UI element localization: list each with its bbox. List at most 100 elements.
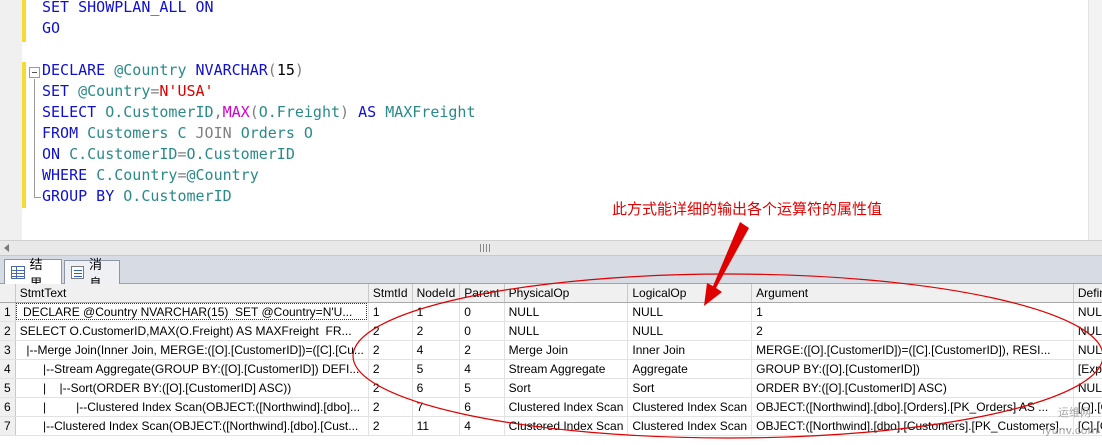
table-cell[interactable]: Inner Join [627,340,753,360]
table-cell[interactable]: |--Clustered Index Scan(OBJECT:([Northwi… [15,416,369,436]
table-cell[interactable]: NULL [1073,321,1102,341]
table-row[interactable]: 3 |--Merge Join(Inner Join, MERGE:([O].[… [0,340,1102,360]
results-grid[interactable]: StmtText StmtId NodeId Parent PhysicalOp… [0,284,1102,445]
table-cell[interactable]: |--Merge Join(Inner Join, MERGE:([O].[Cu… [15,340,369,360]
table-cell[interactable]: 4 [412,340,461,360]
query-editor[interactable]: SET SHOWPLAN_ALL ON GO DECLARE @Country NV… [0,0,1102,240]
table-row[interactable]: 6 | |--Clustered Index Scan(OBJECT:([Nor… [0,397,1102,417]
table-cell[interactable]: Clustered Index Scan [627,397,753,417]
table-cell[interactable]: |--Stream Aggregate(GROUP BY:([O].[Custo… [15,359,369,379]
table-cell[interactable]: ORDER BY:([O].[CustomerID] ASC) [751,378,1074,398]
row-number[interactable]: 3 [0,340,16,360]
table-cell[interactable]: OBJECT:([Northwind].[dbo].[Customers].[P… [751,416,1074,436]
code-token: MAX [222,103,250,121]
table-cell[interactable]: 2 [368,359,413,379]
table-cell[interactable]: 1 [751,302,1074,322]
table-cell[interactable]: Sort [504,378,629,398]
scroll-left-icon[interactable] [4,244,9,252]
table-cell[interactable]: 2 [368,321,413,341]
table-cell[interactable]: MERGE:([O].[CustomerID])=([C].[CustomerI… [751,340,1074,360]
editor-gutter [0,0,22,240]
column-header[interactable]: DefinedValues [1073,284,1102,303]
table-cell[interactable]: NULL [627,321,753,341]
table-cell[interactable]: Clustered Index Scan [504,397,629,417]
column-header[interactable]: Parent [459,284,505,303]
table-cell[interactable]: 6 [459,397,505,417]
table-row[interactable]: 4 |--Stream Aggregate(GROUP BY:([O].[Cus… [0,359,1102,379]
column-header[interactable]: StmtId [368,284,413,303]
tab-results[interactable]: 结果 [4,258,62,292]
table-cell[interactable]: 11 [412,416,461,436]
table-cell[interactable]: Aggregate [627,359,753,379]
table-cell[interactable]: NULL [1073,302,1102,322]
code-line[interactable]: FROM Customers C JOIN Orders O [42,123,313,144]
code-line[interactable]: DECLARE @Country NVARCHAR(15) [42,60,304,81]
table-row[interactable]: 1 DECLARE @Country NVARCHAR(15) SET @Cou… [0,302,1102,322]
table-cell[interactable]: 5 [459,378,505,398]
table-cell[interactable]: OBJECT:([Northwind].[dbo].[Orders].[PK_O… [751,397,1074,417]
table-cell[interactable]: 2 [368,397,413,417]
table-cell[interactable]: NULL [627,302,753,322]
table-cell[interactable]: DECLARE @Country NVARCHAR(15) SET @Count… [15,302,369,322]
column-header[interactable]: LogicalOp [627,284,753,303]
table-cell[interactable]: 1 [368,302,413,322]
table-cell[interactable]: 1 [412,302,461,322]
table-cell[interactable]: 2 [368,378,413,398]
column-header[interactable]: Argument [751,284,1074,303]
column-header[interactable]: NodeId [412,284,461,303]
code-token: ( [267,61,277,79]
table-cell[interactable]: Merge Join [504,340,629,360]
editor-horizontal-scrollbar[interactable] [0,240,1102,256]
table-cell[interactable]: Clustered Index Scan [627,416,753,436]
row-number[interactable]: 4 [0,359,16,379]
code-line[interactable]: SET SHOWPLAN_ALL ON [42,0,214,18]
code-line[interactable]: SET @Country=N'USA' [42,81,214,102]
table-cell[interactable]: 2 [368,340,413,360]
table-cell[interactable]: Clustered Index Scan [504,416,629,436]
fold-guide-end [34,197,41,198]
table-cell[interactable]: 6 [412,378,461,398]
code-line[interactable]: GO [42,18,60,39]
table-cell[interactable]: 2 [751,321,1074,341]
scrollbar-grip-icon[interactable] [480,244,492,252]
table-cell[interactable]: 4 [459,359,505,379]
table-cell[interactable]: Sort [627,378,753,398]
table-cell[interactable]: 0 [459,302,505,322]
row-number[interactable]: 2 [0,321,16,341]
code-line[interactable]: ON C.CustomerID=O.CustomerID [42,144,295,165]
table-row[interactable]: 5 | |--Sort(ORDER BY:([O].[CustomerID] A… [0,378,1102,398]
table-cell[interactable]: | |--Sort(ORDER BY:([O].[CustomerID] ASC… [15,378,369,398]
table-cell[interactable]: NULL [504,321,629,341]
code-line[interactable]: GROUP BY O.CustomerID [42,186,232,207]
table-cell[interactable]: NULL [1073,378,1102,398]
results-tab-bar: 结果 消息 [0,256,1102,292]
table-row[interactable]: 7 |--Clustered Index Scan(OBJECT:([North… [0,416,1102,436]
editor-vertical-scrollbar[interactable] [1088,0,1102,240]
table-cell[interactable]: NULL [1073,340,1102,360]
table-cell[interactable]: 4 [459,416,505,436]
site-watermark: 运维网 iyunv.com [1040,400,1100,444]
table-cell[interactable]: [Expr1004]=MAX([O].[Freight]) [1073,359,1102,379]
table-row[interactable]: 2 SELECT O.CustomerID,MAX(O.Freight) AS M… [0,321,1102,341]
table-cell[interactable]: | |--Clustered Index Scan(OBJECT:([North… [15,397,369,417]
collapse-icon[interactable] [29,67,40,78]
row-number[interactable]: 5 [0,378,16,398]
row-number[interactable]: 1 [0,302,16,322]
table-cell[interactable]: 2 [368,416,413,436]
code-line[interactable]: SELECT O.CustomerID,MAX(O.Freight) AS MA… [42,102,476,123]
table-cell[interactable]: 5 [412,359,461,379]
row-number[interactable]: 7 [0,416,16,436]
table-cell[interactable]: 7 [412,397,461,417]
table-cell[interactable]: Stream Aggregate [504,359,629,379]
row-number[interactable]: 6 [0,397,16,417]
column-header[interactable]: PhysicalOp [504,284,629,303]
table-cell[interactable]: 2 [459,340,505,360]
column-header[interactable]: StmtText [15,284,369,303]
table-cell[interactable]: 0 [459,321,505,341]
table-cell[interactable]: SELECT O.CustomerID,MAX(O.Freight) AS MA… [15,321,369,341]
code-line[interactable]: WHERE C.Country=@Country [42,165,259,186]
table-cell[interactable]: GROUP BY:([O].[CustomerID]) [751,359,1074,379]
table-cell[interactable]: 2 [412,321,461,341]
tab-messages[interactable]: 消息 [64,258,120,292]
table-cell[interactable]: NULL [504,302,629,322]
